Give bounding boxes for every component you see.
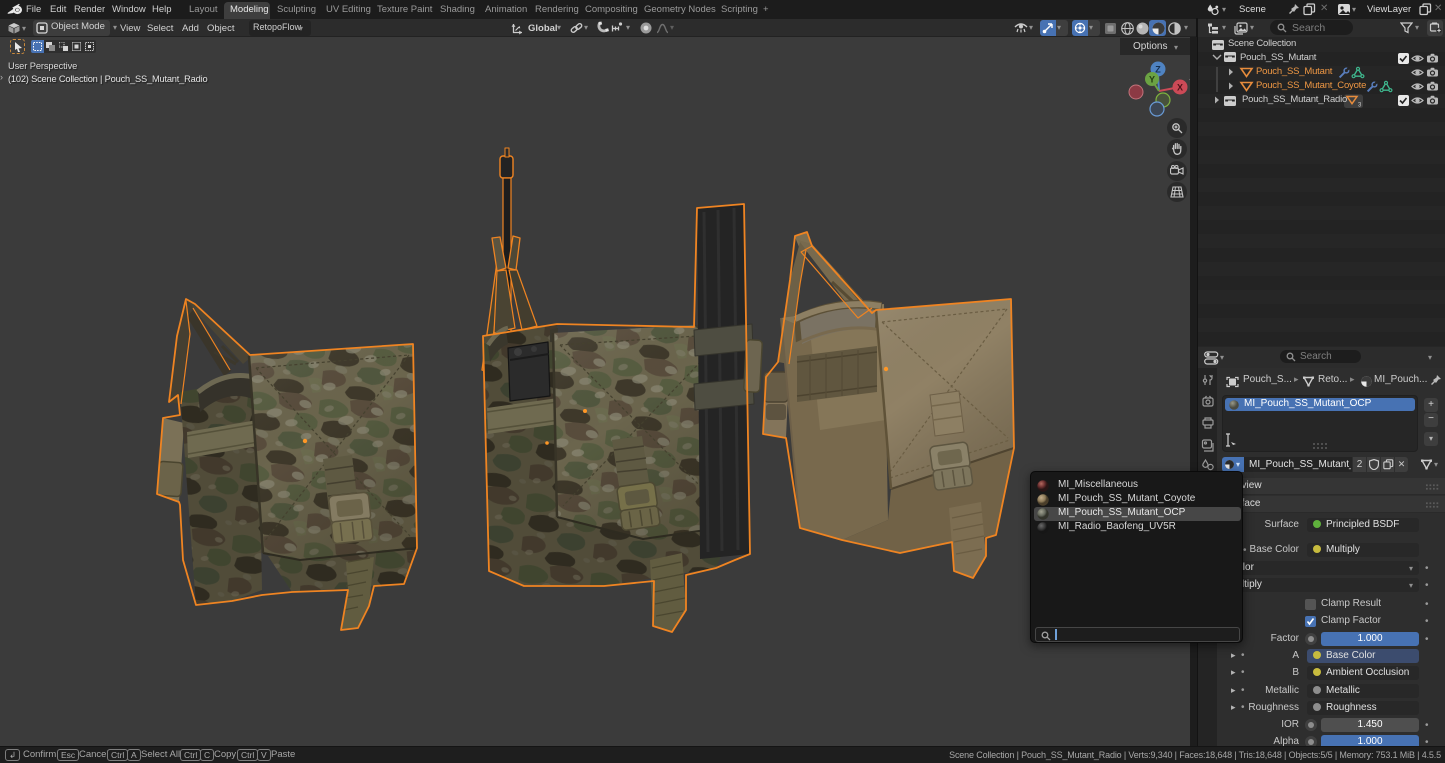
- svg-text:X: X: [1177, 83, 1183, 93]
- svg-text:Y: Y: [1149, 75, 1155, 85]
- svg-text:Z: Z: [1155, 65, 1161, 75]
